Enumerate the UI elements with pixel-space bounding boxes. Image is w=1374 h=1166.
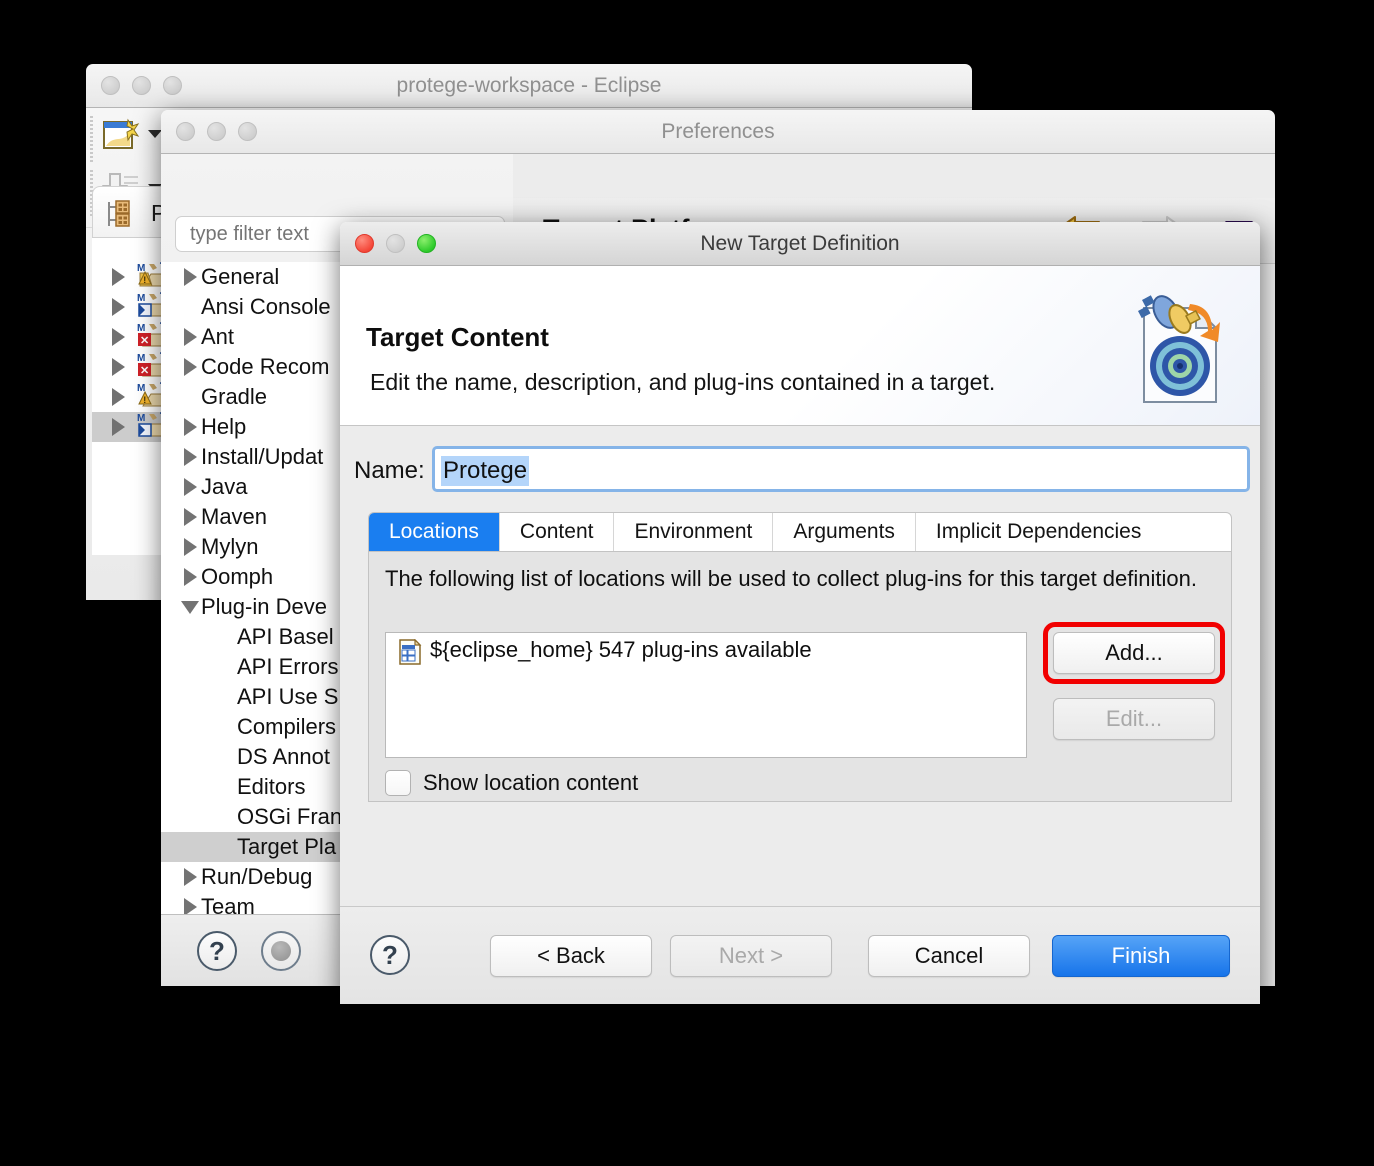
svg-text:M: M bbox=[137, 293, 145, 304]
target-definition-icon bbox=[1118, 286, 1238, 411]
sidebar-item-label: Plug-in Deve bbox=[201, 594, 327, 619]
help-question-icon[interactable]: ? bbox=[370, 935, 410, 975]
ntd-footer: ? < Back Next > Cancel Finish bbox=[340, 906, 1260, 1004]
svg-text:M: M bbox=[137, 263, 145, 274]
show-location-content-row[interactable]: Show location content bbox=[385, 770, 638, 796]
back-button[interactable]: < Back bbox=[490, 935, 652, 977]
add-button[interactable]: Add... bbox=[1053, 632, 1215, 674]
name-row: Name: Protege bbox=[340, 446, 1260, 496]
sidebar-item-label: Run/Debug bbox=[201, 864, 313, 889]
expander-collapsed-icon[interactable] bbox=[179, 448, 201, 466]
sidebar-item-label: Team bbox=[201, 894, 255, 914]
sidebar-item-label: Help bbox=[201, 414, 247, 439]
svg-text:!: ! bbox=[143, 395, 146, 405]
ntd-subheading: Edit the name, description, and plug-ins… bbox=[370, 369, 996, 395]
ntd-window-title: New Target Definition bbox=[700, 232, 900, 255]
sidebar-item-label: Ant bbox=[201, 324, 235, 349]
record-inner-dot bbox=[271, 941, 291, 961]
tab-content[interactable]: Content bbox=[500, 513, 615, 551]
tab-arguments[interactable]: Arguments bbox=[773, 513, 916, 551]
sidebar-item-label: Gradle bbox=[201, 384, 268, 409]
new-target-definition-dialog: New Target Definition Target Content Edi… bbox=[340, 222, 1260, 1004]
record-circle-icon[interactable] bbox=[261, 931, 301, 971]
finish-button[interactable]: Finish bbox=[1052, 935, 1230, 977]
expander-collapsed-icon[interactable] bbox=[179, 508, 201, 526]
sidebar-item-label: Ansi Console bbox=[201, 294, 331, 319]
sidebar-item-label: General bbox=[201, 264, 280, 289]
expander-expanded-icon[interactable] bbox=[179, 600, 201, 614]
edit-button: Edit... bbox=[1053, 698, 1215, 740]
sidebar-item-label: API Basel bbox=[237, 624, 334, 649]
svg-text:M: M bbox=[137, 383, 145, 394]
preferences-titlebar: Preferences bbox=[161, 110, 1275, 154]
eclipse-titlebar: protege-workspace - Eclipse bbox=[86, 64, 972, 108]
name-label: Name: bbox=[354, 457, 425, 484]
cancel-button[interactable]: Cancel bbox=[868, 935, 1030, 977]
expander-collapsed-icon[interactable] bbox=[179, 478, 201, 496]
tab-locations[interactable]: Locations bbox=[369, 513, 500, 551]
expander-collapsed-icon[interactable] bbox=[179, 418, 201, 436]
expander-icon[interactable] bbox=[112, 418, 125, 436]
expander-icon[interactable] bbox=[112, 388, 125, 406]
svg-text:✕: ✕ bbox=[140, 365, 149, 377]
sidebar-item-label: Maven bbox=[201, 504, 268, 529]
sidebar-item-label: API Use S bbox=[237, 684, 339, 709]
package-explorer-icon bbox=[107, 200, 137, 233]
eclipse-window-title: protege-workspace - Eclipse bbox=[396, 74, 662, 97]
locations-list[interactable]: ${eclipse_home} 547 plug-ins available bbox=[385, 632, 1027, 758]
location-label: ${eclipse_home} 547 plug-ins available bbox=[430, 637, 812, 662]
name-field[interactable]: Protege bbox=[432, 446, 1250, 492]
expander-collapsed-icon[interactable] bbox=[179, 568, 201, 586]
sidebar-item-label: DS Annot bbox=[237, 744, 330, 769]
expander-collapsed-icon[interactable] bbox=[179, 268, 201, 286]
sidebar-item-label: Java bbox=[201, 474, 248, 499]
toolbar-separator bbox=[90, 116, 93, 164]
expander-icon[interactable] bbox=[112, 298, 125, 316]
help-question-icon[interactable]: ? bbox=[197, 931, 237, 971]
svg-text:!: ! bbox=[143, 275, 146, 285]
next-button: Next > bbox=[670, 935, 832, 977]
expander-collapsed-icon[interactable] bbox=[179, 868, 201, 886]
expander-collapsed-icon[interactable] bbox=[179, 358, 201, 376]
list-item[interactable]: ${eclipse_home} 547 plug-ins available bbox=[386, 633, 1026, 667]
name-input-value[interactable]: Protege bbox=[441, 456, 530, 486]
preferences-window-title: Preferences bbox=[661, 120, 775, 143]
expander-collapsed-icon[interactable] bbox=[179, 538, 201, 556]
new-wizard-dropdown-caret[interactable] bbox=[148, 130, 162, 138]
expander-icon[interactable] bbox=[112, 268, 125, 286]
tab-implicit-dependencies[interactable]: Implicit Dependencies bbox=[916, 513, 1161, 551]
show-location-content-label: Show location content bbox=[423, 770, 639, 795]
svg-text:M: M bbox=[137, 353, 145, 364]
eclipse-home-location-icon bbox=[398, 638, 422, 665]
sidebar-item-label: Compilers bbox=[237, 714, 337, 739]
expander-icon[interactable] bbox=[112, 358, 125, 376]
sidebar-item-label: Editors bbox=[237, 774, 306, 799]
svg-text:M: M bbox=[137, 413, 145, 424]
sidebar-item-label: Code Recom bbox=[201, 354, 330, 379]
ntd-titlebar: New Target Definition bbox=[340, 222, 1260, 266]
svg-text:✕: ✕ bbox=[140, 335, 149, 347]
show-location-content-checkbox[interactable] bbox=[385, 770, 411, 796]
ntd-body: Target Content Edit the name, descriptio… bbox=[340, 266, 1260, 1004]
ntd-header: Target Content Edit the name, descriptio… bbox=[340, 266, 1260, 426]
screen: protege-workspace - Eclipse M ! M M ✕ M … bbox=[0, 0, 1374, 1166]
expander-collapsed-icon[interactable] bbox=[179, 328, 201, 346]
new-wizard-icon[interactable] bbox=[102, 118, 142, 154]
sidebar-item-label: Oomph bbox=[201, 564, 274, 589]
locations-panel: The following list of locations will be … bbox=[368, 552, 1232, 802]
sidebar-item-label: Mylyn bbox=[201, 534, 259, 559]
sidebar-item-label: OSGi Fran bbox=[237, 804, 343, 829]
locations-description: The following list of locations will be … bbox=[385, 566, 1197, 591]
svg-text:M: M bbox=[137, 323, 145, 334]
sidebar-item-label: Target Pla bbox=[237, 834, 337, 859]
sidebar-item-label: API Errors bbox=[237, 654, 339, 679]
sidebar-item-label: Install/Updat bbox=[201, 444, 324, 469]
expander-icon[interactable] bbox=[112, 328, 125, 346]
ntd-tabstrip: Locations Content Environment Arguments Impl… bbox=[368, 512, 1232, 552]
expander-collapsed-icon[interactable] bbox=[179, 898, 201, 914]
ntd-heading: Target Content bbox=[366, 322, 549, 352]
tab-environment[interactable]: Environment bbox=[614, 513, 774, 551]
